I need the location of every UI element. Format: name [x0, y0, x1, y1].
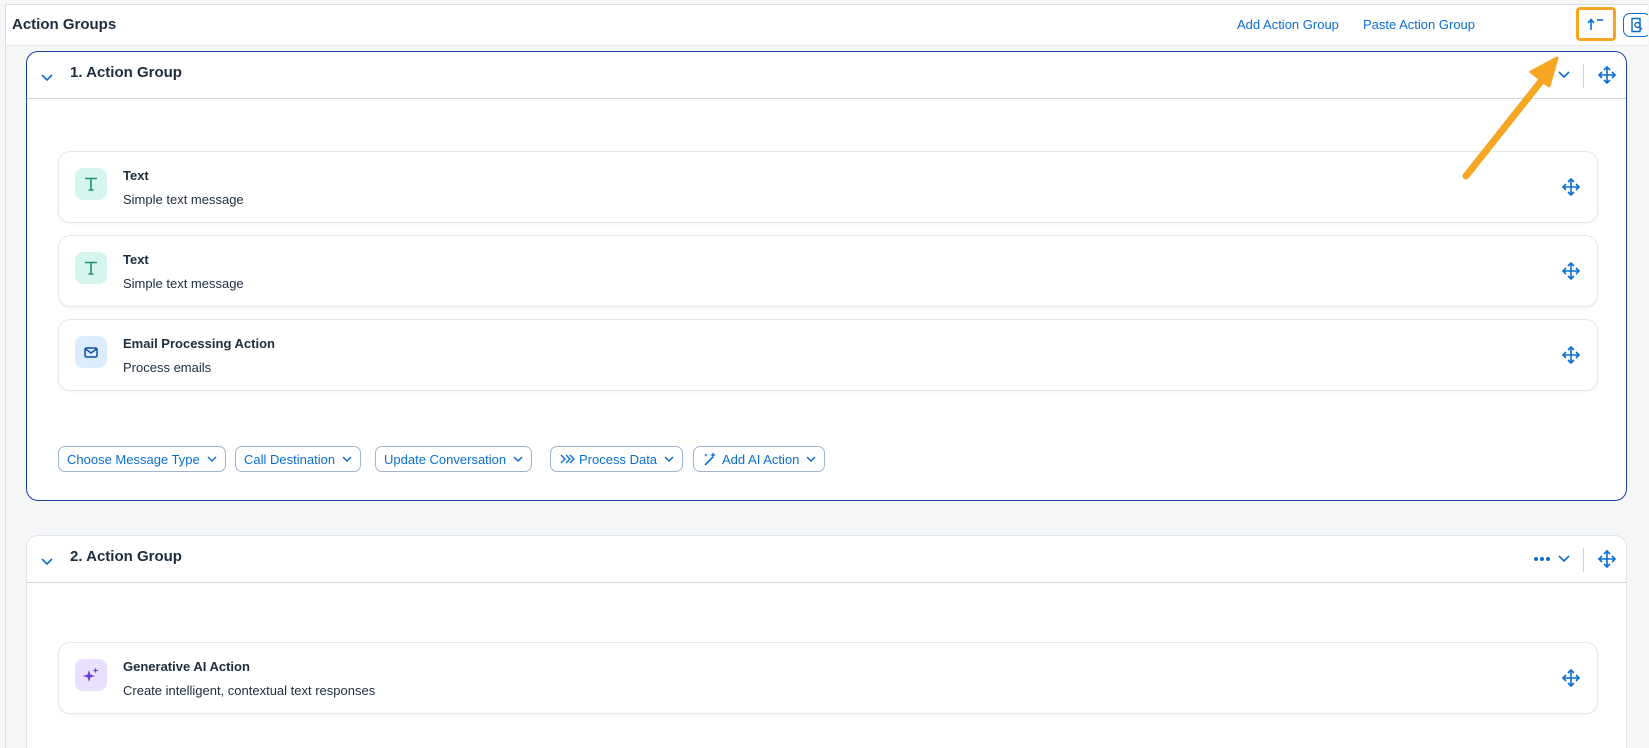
button-label: Update Conversation	[384, 451, 507, 467]
document-search-icon	[1631, 17, 1643, 33]
chevron-down-icon[interactable]	[39, 553, 55, 569]
ai-magic-icon	[702, 451, 718, 467]
action-group-1: 1. Action Group Text Simple text message	[26, 51, 1627, 501]
header-divider	[1583, 548, 1584, 572]
chevron-down-icon	[206, 453, 218, 465]
action-group-header: 2. Action Group	[27, 536, 1626, 583]
sparkle-icon	[75, 659, 107, 691]
action-card-title: Generative AI Action	[123, 659, 250, 674]
move-icon[interactable]	[1561, 668, 1581, 688]
button-label: Choose Message Type	[67, 451, 200, 467]
header-bar: Action Groups Add Action Group Paste Act…	[6, 5, 1648, 46]
action-groups-page: Action Groups Add Action Group Paste Act…	[5, 4, 1648, 748]
search-document-button[interactable]	[1623, 13, 1648, 37]
button-label: Process Data	[579, 451, 658, 467]
move-icon[interactable]	[1597, 549, 1617, 569]
chevron-down-icon	[341, 453, 353, 465]
action-card-title: Email Processing Action	[123, 336, 275, 351]
move-icon[interactable]	[1561, 177, 1581, 197]
add-ai-action-button[interactable]: Add AI Action	[693, 446, 826, 472]
more-options-button[interactable]	[1532, 550, 1574, 568]
email-icon	[75, 336, 107, 368]
chevron-down-icon	[805, 453, 817, 465]
chevron-down-icon[interactable]	[39, 69, 55, 85]
process-data-button[interactable]: Process Data	[550, 446, 684, 472]
action-group-header: 1. Action Group	[27, 52, 1626, 99]
action-group-title: 2. Action Group	[70, 548, 182, 565]
action-group-2: 2. Action Group Generative AI Action Cre…	[26, 535, 1627, 748]
action-card-text[interactable]: Text Simple text message	[58, 235, 1598, 307]
button-label: Call Destination	[244, 451, 336, 467]
highlight-box	[1576, 7, 1616, 41]
action-card-email[interactable]: Email Processing Action Process emails	[58, 319, 1598, 391]
choose-message-type-button[interactable]: Choose Message Type	[58, 446, 226, 472]
move-icon[interactable]	[1597, 65, 1617, 85]
action-card-title: Text	[123, 168, 149, 183]
move-icon[interactable]	[1561, 345, 1581, 365]
button-label: Add AI Action	[722, 451, 800, 467]
paste-action-group-link[interactable]: Paste Action Group	[1363, 17, 1475, 32]
action-card-title: Text	[123, 252, 149, 267]
action-card-text[interactable]: Text Simple text message	[58, 151, 1598, 223]
action-card-subtitle: Simple text message	[123, 192, 244, 207]
action-group-title: 1. Action Group	[70, 64, 182, 81]
action-card-subtitle: Create intelligent, contextual text resp…	[123, 683, 376, 698]
chevron-down-icon	[512, 453, 524, 465]
action-card-generative-ai[interactable]: Generative AI Action Create intelligent,…	[58, 642, 1598, 714]
text-icon	[75, 168, 107, 200]
text-icon	[75, 252, 107, 284]
process-data-icon	[559, 453, 575, 465]
move-icon[interactable]	[1561, 261, 1581, 281]
chevron-down-icon	[663, 453, 675, 465]
header-divider	[1583, 64, 1584, 88]
action-card-subtitle: Simple text message	[123, 276, 244, 291]
add-action-group-link[interactable]: Add Action Group	[1237, 17, 1339, 32]
page-title: Action Groups	[12, 16, 117, 33]
action-card-subtitle: Process emails	[123, 360, 212, 375]
call-destination-button[interactable]: Call Destination	[235, 446, 362, 472]
more-options-button[interactable]	[1532, 66, 1574, 84]
update-conversation-button[interactable]: Update Conversation	[375, 446, 533, 472]
